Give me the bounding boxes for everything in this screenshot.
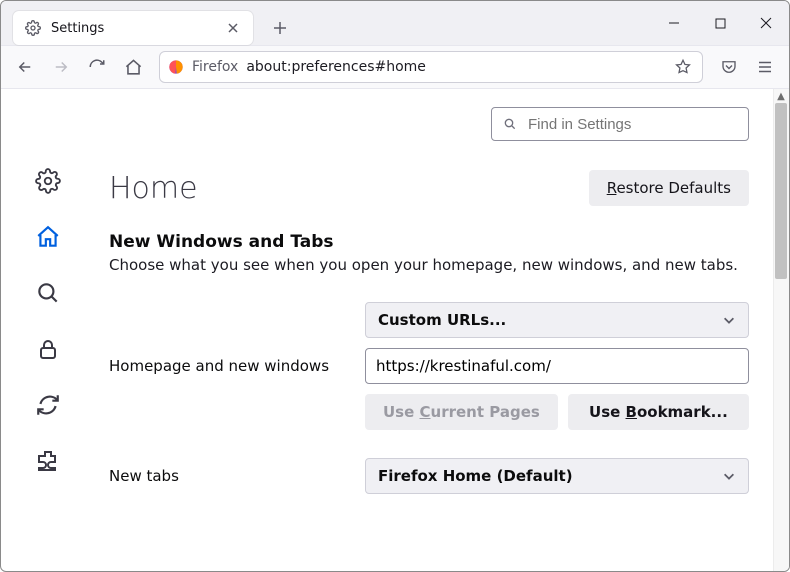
newtabs-label: New tabs [109,467,345,485]
sidebar-general[interactable] [34,167,62,195]
new-tab-button[interactable] [265,13,295,43]
tab-settings[interactable]: Settings [13,11,253,45]
content: Home Restore Defaults New Windows and Ta… [1,89,789,571]
tab-strip: Settings [1,1,789,45]
sidebar-sync[interactable] [34,391,62,419]
search-icon [502,116,518,132]
use-current-pages-button[interactable]: Use Current Pages [365,394,558,430]
section-title: New Windows and Tabs [109,232,749,252]
app-menu-button[interactable] [749,51,781,83]
restore-defaults-button[interactable]: Restore Defaults [589,170,749,206]
firefox-icon [168,59,184,75]
maximize-button[interactable] [697,1,743,45]
homepage-label: Homepage and new windows [109,357,345,375]
back-button[interactable] [9,51,41,83]
section-desc: Choose what you see when you open your h… [109,256,749,274]
homepage-dropdown-value: Custom URLs... [378,311,506,329]
toolbar: Firefox about:preferences#home [1,45,789,89]
sidebar [1,89,95,571]
sidebar-home[interactable] [34,223,62,251]
main-pane: Home Restore Defaults New Windows and Ta… [95,89,789,571]
newtabs-dropdown[interactable]: Firefox Home (Default) [365,458,749,494]
find-input[interactable] [526,115,738,134]
homepage-dropdown[interactable]: Custom URLs... [365,302,749,338]
close-tab-icon[interactable] [225,20,241,36]
newtabs-dropdown-value: Firefox Home (Default) [378,467,573,485]
bookmark-star-icon[interactable] [672,56,694,78]
gear-icon [25,20,41,36]
sidebar-search[interactable] [34,279,62,307]
pocket-button[interactable] [713,51,745,83]
url-bar[interactable]: Firefox about:preferences#home [159,51,703,83]
url-text: about:preferences#home [246,59,426,75]
sidebar-extensions[interactable] [34,447,62,475]
minimize-button[interactable] [651,1,697,45]
homepage-url-field[interactable] [365,348,749,384]
url-protocol-label: Firefox [192,59,238,75]
forward-button[interactable] [45,51,77,83]
home-button[interactable] [117,51,149,83]
close-window-button[interactable] [743,1,789,45]
chevron-down-icon [722,469,736,483]
window-controls [651,1,789,45]
reload-button[interactable] [81,51,113,83]
use-bookmark-button[interactable]: Use Bookmark... [568,394,749,430]
sidebar-privacy[interactable] [34,335,62,363]
homepage-row: Homepage and new windows Custom URLs... … [109,302,749,430]
chevron-down-icon [722,313,736,327]
tab-title: Settings [51,21,215,36]
find-in-settings[interactable] [491,107,749,141]
newtabs-row: New tabs Firefox Home (Default) [109,458,749,494]
browser-window: Settings Fi [0,0,790,572]
